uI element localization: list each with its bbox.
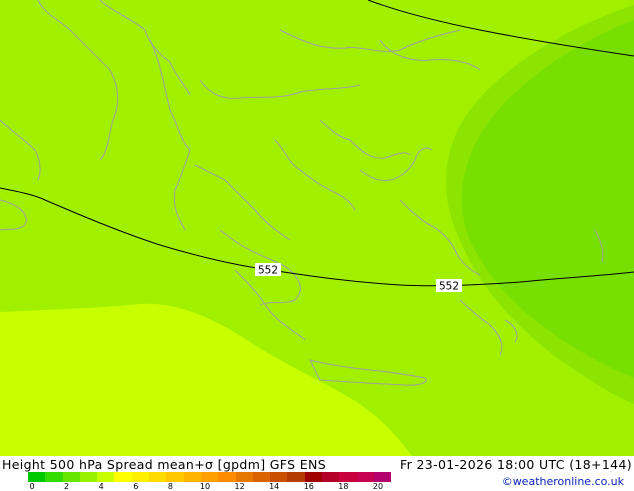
colorbar-swatch: [79, 472, 98, 482]
colorbar-swatch: [97, 472, 115, 482]
colorbar-swatch: [200, 472, 219, 482]
contour-label-2: 552: [436, 279, 462, 293]
colorbar-swatch: [131, 472, 150, 482]
weather-map: 552 552: [0, 0, 634, 456]
colorbar-swatch: [322, 472, 340, 482]
colorbar-swatch: [149, 472, 167, 482]
colorbar-swatch: [287, 472, 305, 482]
run-timestamp: Fr 23-01-2026 18:00 UTC (18+144): [400, 457, 632, 472]
colorbar-swatch: [28, 472, 46, 482]
colorbar-swatch: [183, 472, 201, 482]
contour-label-1: 552: [255, 263, 281, 277]
colorbar-swatch: [45, 472, 63, 482]
colorbar-swatch: [114, 472, 132, 482]
colorbar-swatch: [166, 472, 184, 482]
colorbar-swatch: [235, 472, 253, 482]
colorbar-swatch: [62, 472, 80, 482]
credit-link[interactable]: ©weatheronline.co.uk: [502, 475, 624, 488]
svg-text:552: 552: [439, 281, 459, 293]
colorbar-swatch: [373, 472, 392, 482]
map-footer: Height 500 hPa Spread mean+σ [gpdm] GFS …: [0, 456, 634, 491]
colorbar: [28, 472, 392, 482]
colorbar-swatch: [252, 472, 271, 482]
colorbar-swatch: [339, 472, 357, 482]
svg-text:552: 552: [258, 265, 278, 277]
colorbar-swatch: [304, 472, 323, 482]
map-title: Height 500 hPa Spread mean+σ [gpdm] GFS …: [2, 457, 326, 472]
colorbar-swatch: [356, 472, 374, 482]
colorbar-swatch: [218, 472, 236, 482]
colorbar-swatch: [270, 472, 288, 482]
